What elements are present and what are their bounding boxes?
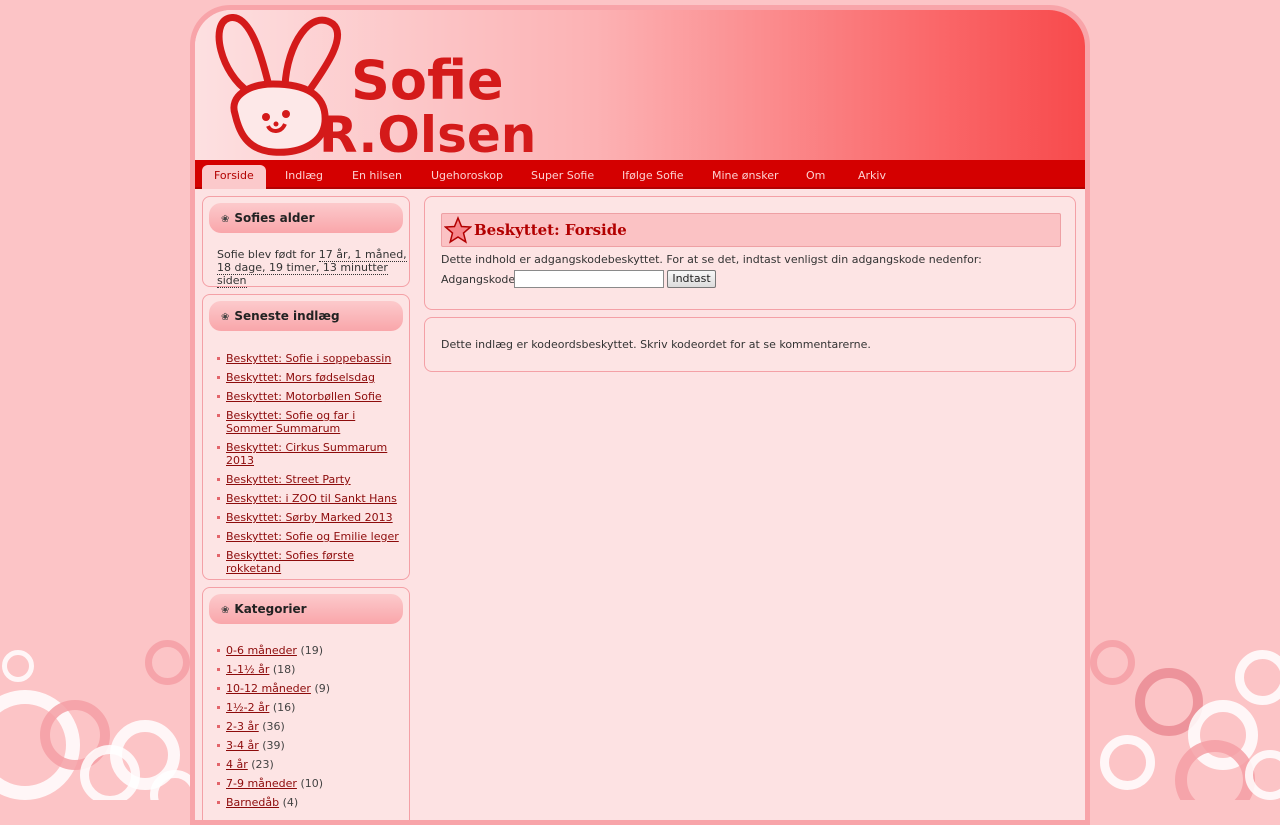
- list-item: 7-9 måneder (10): [217, 777, 402, 790]
- age-duration: 17 år, 1 måned,: [318, 248, 407, 262]
- category-count: (39): [262, 739, 285, 752]
- nav-item-forside[interactable]: Forside: [202, 165, 266, 189]
- list-item: Beskyttet: Street Party: [217, 473, 402, 486]
- widget-categories: ❀ Kategorier 0-6 måneder (19) 1-1½ år (18…: [202, 587, 410, 820]
- list-item: Barnedåb (4): [217, 796, 402, 809]
- nav-item-ugehoroskop[interactable]: Ugehoroskop: [419, 165, 515, 189]
- list-item: Beskyttet: Cirkus Summarum 2013: [217, 441, 402, 467]
- recent-post-link[interactable]: Beskyttet: Sofie og Emilie leger: [226, 530, 399, 543]
- category-link[interactable]: Barnedåb: [226, 796, 279, 809]
- list-item: 2-3 år (36): [217, 720, 402, 733]
- list-item: Beskyttet: Sofie og far i Sommer Summaru…: [217, 409, 402, 435]
- logo-wordmark: Sofie R.Olsen: [319, 49, 536, 156]
- protected-post: Beskyttet: Forside Dette indhold er adga…: [424, 196, 1076, 310]
- category-link[interactable]: 7-9 måneder: [226, 777, 297, 790]
- recent-post-link[interactable]: Beskyttet: Sofie og far i Sommer Summaru…: [226, 409, 355, 435]
- page-container: Sofie R.Olsen Forside Indlæg En hilsen U…: [195, 10, 1085, 820]
- comments-notice-box: Dette indlæg er kodeordsbeskyttet. Skriv…: [424, 317, 1076, 372]
- category-link[interactable]: 1-1½ år: [226, 663, 269, 676]
- category-count: (36): [262, 720, 285, 733]
- list-item: Beskyttet: i ZOO til Sankt Hans: [217, 492, 402, 505]
- main-navigation: Forside Indlæg En hilsen Ugehoroskop Sup…: [195, 160, 1085, 189]
- category-count: (4): [282, 796, 299, 809]
- recent-post-link[interactable]: Beskyttet: Motorbøllen Sofie: [226, 390, 382, 403]
- categories-list: 0-6 måneder (19) 1-1½ år (18) 10-12 måne…: [217, 644, 402, 815]
- protected-notice: Dette indhold er adgangskodebeskyttet. F…: [441, 253, 982, 266]
- password-label: Adgangskode:: [441, 273, 519, 286]
- post-title-bar: Beskyttet: Forside: [441, 213, 1061, 247]
- recent-post-link[interactable]: Beskyttet: Mors fødselsdag: [226, 371, 375, 384]
- age-duration-detail: 18 dage, 19 timer, 13 minutter siden: [217, 261, 388, 288]
- recent-post-link[interactable]: Beskyttet: i ZOO til Sankt Hans: [226, 492, 397, 505]
- flower-icon: ❀: [221, 214, 230, 225]
- logo-line2: R.Olsen: [319, 106, 536, 156]
- list-item: 3-4 år (39): [217, 739, 402, 752]
- list-item: 1½-2 år (16): [217, 701, 402, 714]
- list-item: Beskyttet: Sofie og Emilie leger: [217, 530, 402, 543]
- site-header: Sofie R.Olsen: [195, 10, 1085, 160]
- category-count: (23): [251, 758, 274, 771]
- list-item: Beskyttet: Sofies første rokketand: [217, 549, 402, 575]
- comments-notice: Dette indlæg er kodeordsbeskyttet. Skriv…: [441, 338, 871, 351]
- flower-icon: ❀: [221, 312, 230, 323]
- flower-icon: ❀: [221, 605, 230, 616]
- list-item: Beskyttet: Sørby Marked 2013: [217, 511, 402, 524]
- list-item: 1-1½ år (18): [217, 663, 402, 676]
- category-link[interactable]: 0-6 måneder: [226, 644, 297, 657]
- recent-post-link[interactable]: Beskyttet: Street Party: [226, 473, 351, 486]
- widget-title: ❀ Sofies alder: [209, 203, 403, 233]
- category-count: (18): [272, 663, 296, 676]
- nav-item-arkiv[interactable]: Arkiv: [846, 165, 898, 189]
- category-count: (10): [300, 777, 324, 790]
- list-item: Beskyttet: Mors fødselsdag: [217, 371, 402, 384]
- nav-item-mine-onsker[interactable]: Mine ønsker: [700, 165, 790, 189]
- recent-post-link[interactable]: Beskyttet: Cirkus Summarum 2013: [226, 441, 387, 467]
- category-link[interactable]: 4 år: [226, 758, 248, 771]
- nav-item-indlaeg[interactable]: Indlæg: [273, 165, 335, 189]
- nav-item-super-sofie[interactable]: Super Sofie: [519, 165, 606, 189]
- widget-title: ❀ Seneste indlæg: [209, 301, 403, 331]
- star-icon: [444, 216, 472, 244]
- category-count: (19): [300, 644, 324, 657]
- list-item: Beskyttet: Sofie i soppebassin: [217, 352, 402, 365]
- category-link[interactable]: 2-3 år: [226, 720, 259, 733]
- category-link[interactable]: 1½-2 år: [226, 701, 269, 714]
- widget-age: ❀ Sofies alder Sofie blev født for 17 år,…: [202, 196, 410, 288]
- recent-post-link[interactable]: Beskyttet: Sørby Marked 2013: [226, 511, 393, 524]
- submit-password-button[interactable]: Indtast: [667, 270, 716, 288]
- nav-item-en-hilsen[interactable]: En hilsen: [340, 165, 414, 189]
- logo-line1: Sofie: [351, 49, 504, 112]
- recent-post-link[interactable]: Beskyttet: Sofie i soppebassin: [226, 352, 391, 365]
- nav-item-ifolge-sofie[interactable]: Ifølge Sofie: [610, 165, 696, 189]
- list-item: 4 år (23): [217, 758, 402, 771]
- site-logo[interactable]: Sofie R.Olsen: [211, 14, 556, 159]
- list-item: 0-6 måneder (19): [217, 644, 402, 657]
- nav-item-om[interactable]: Om: [794, 165, 837, 189]
- category-link[interactable]: 3-4 år: [226, 739, 259, 752]
- recent-post-link[interactable]: Beskyttet: Sofies første rokketand: [226, 549, 354, 575]
- widget-recent-posts: ❀ Seneste indlæg Beskyttet: Sofie i soppe…: [202, 294, 410, 580]
- category-count: (16): [272, 701, 296, 714]
- recent-posts-list: Beskyttet: Sofie i soppebassin Beskyttet…: [217, 352, 402, 581]
- list-item: 10-12 måneder (9): [217, 682, 402, 695]
- password-input[interactable]: [514, 270, 664, 288]
- widget-title: ❀ Kategorier: [209, 594, 403, 624]
- post-title: Beskyttet: Forside: [474, 221, 627, 239]
- age-text: Sofie blev født for 17 år, 1 måned, 18 d…: [217, 248, 407, 288]
- category-link[interactable]: 10-12 måneder: [226, 682, 311, 695]
- list-item: Beskyttet: Motorbøllen Sofie: [217, 390, 402, 403]
- category-count: (9): [314, 682, 331, 695]
